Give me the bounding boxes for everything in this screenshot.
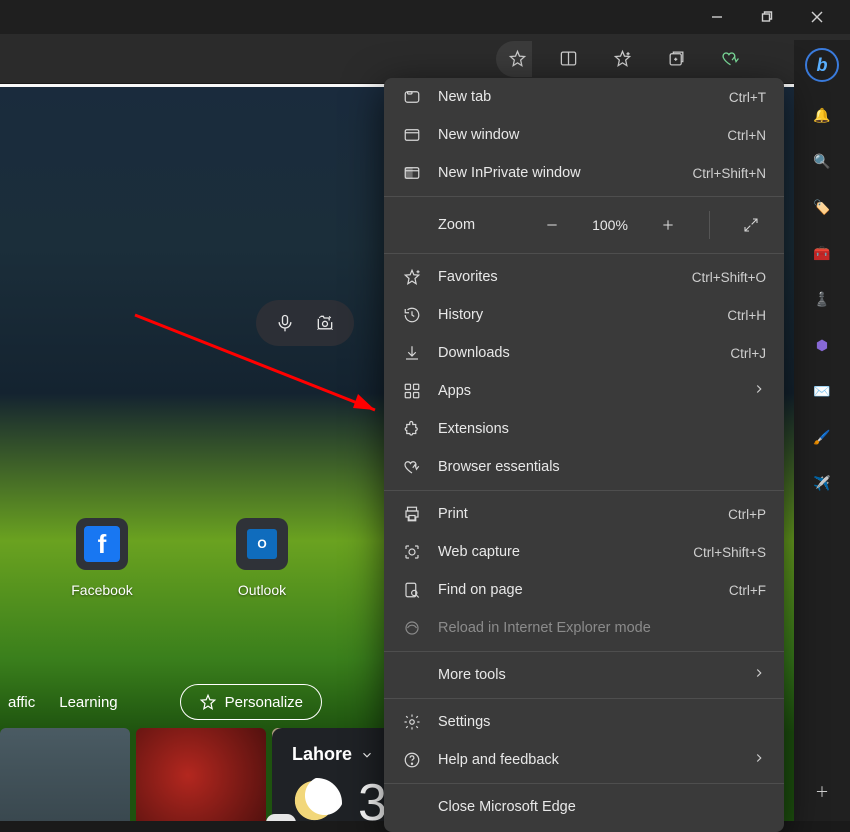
apps-icon — [402, 382, 422, 400]
zoom-percent: 100% — [583, 217, 637, 233]
sparkle-icon — [199, 693, 217, 711]
menu-more-tools[interactable]: More tools — [384, 656, 784, 694]
office-icon[interactable]: ⬢ — [809, 332, 835, 358]
menu-print[interactable]: Print Ctrl+P — [384, 495, 784, 533]
add-sidebar-icon[interactable]: ＋ — [809, 779, 835, 805]
collections-icon[interactable] — [658, 41, 694, 77]
outlook-icon[interactable]: ✉️ — [809, 378, 835, 404]
send-icon[interactable]: ✈️ — [809, 470, 835, 496]
settings-and-more-menu: New tab Ctrl+T New window Ctrl+N New InP… — [384, 78, 784, 832]
feed-tab-learning[interactable]: Learning — [57, 690, 119, 715]
ie-icon — [402, 619, 422, 637]
menu-zoom-row: Zoom 100% — [384, 201, 784, 249]
download-icon — [402, 344, 422, 362]
drop-icon[interactable]: 🖌️ — [809, 424, 835, 450]
menu-find-on-page[interactable]: Find on page Ctrl+F — [384, 571, 784, 609]
window-icon — [402, 126, 422, 144]
facebook-icon: f — [84, 526, 120, 562]
help-icon — [402, 751, 422, 769]
personalize-button[interactable]: Personalize — [180, 684, 322, 720]
history-icon — [402, 306, 422, 324]
search-page-icon — [402, 581, 422, 599]
tab-icon — [402, 88, 422, 106]
window-restore-button[interactable] — [754, 4, 780, 30]
menu-reload-ie-mode: Reload in Internet Explorer mode — [384, 609, 784, 647]
zoom-out-button[interactable] — [537, 210, 567, 240]
quicklink-outlook[interactable]: O Outlook — [222, 518, 302, 598]
notifications-icon[interactable]: 🔔 — [809, 102, 835, 128]
zoom-label: Zoom — [438, 217, 521, 233]
menu-settings[interactable]: Settings — [384, 703, 784, 741]
outlook-icon: O — [247, 529, 277, 559]
menu-help-feedback[interactable]: Help and feedback — [384, 741, 784, 779]
zoom-in-button[interactable] — [653, 210, 683, 240]
capture-icon — [402, 543, 422, 561]
menu-history[interactable]: History Ctrl+H — [384, 296, 784, 334]
extensions-icon — [402, 420, 422, 438]
menu-apps[interactable]: Apps — [384, 372, 784, 410]
feed-tab-traffic[interactable]: affic — [6, 690, 37, 715]
split-screen-icon[interactable] — [550, 41, 586, 77]
games-icon[interactable]: ♟️ — [809, 286, 835, 312]
shopping-tag-icon[interactable]: 🏷️ — [809, 194, 835, 220]
search-bar-actions — [256, 300, 354, 346]
quicklink-label: Outlook — [238, 582, 286, 598]
gear-icon — [402, 713, 422, 731]
menu-web-capture[interactable]: Web capture Ctrl+Shift+S — [384, 533, 784, 571]
inprivate-icon — [402, 164, 422, 182]
performance-heart-icon[interactable] — [712, 41, 748, 77]
news-card[interactable] — [0, 728, 130, 821]
chevron-down-icon — [360, 748, 374, 762]
favorite-star-icon[interactable] — [496, 41, 532, 77]
browser-toolbar — [0, 34, 850, 84]
quicklink-facebook[interactable]: f Facebook — [62, 518, 142, 598]
cloud-icon — [266, 814, 296, 821]
bing-chat-icon[interactable]: b — [805, 48, 839, 82]
menu-new-tab[interactable]: New tab Ctrl+T — [384, 78, 784, 116]
menu-extensions[interactable]: Extensions — [384, 410, 784, 448]
tools-icon[interactable]: 🧰 — [809, 240, 835, 266]
chevron-right-icon — [752, 666, 766, 684]
moon-icon — [292, 778, 342, 821]
menu-new-inprivate[interactable]: New InPrivate window Ctrl+Shift+N — [384, 154, 784, 192]
window-titlebar — [0, 0, 850, 34]
star-icon — [402, 268, 422, 286]
edge-sidebar: b 🔔 🔍 🏷️ 🧰 ♟️ ⬢ ✉️ 🖌️ ✈️ ＋ — [794, 40, 850, 821]
menu-close-edge[interactable]: Close Microsoft Edge — [384, 788, 784, 826]
voice-search-icon[interactable] — [270, 308, 300, 338]
menu-new-window[interactable]: New window Ctrl+N — [384, 116, 784, 154]
search-icon[interactable]: 🔍 — [809, 148, 835, 174]
news-card[interactable] — [136, 728, 266, 821]
quicklink-label: Facebook — [71, 582, 132, 598]
weather-temperature: 3 — [358, 773, 387, 821]
menu-browser-essentials[interactable]: Browser essentials — [384, 448, 784, 486]
menu-favorites[interactable]: Favorites Ctrl+Shift+O — [384, 258, 784, 296]
chevron-right-icon — [752, 382, 766, 400]
window-minimize-button[interactable] — [704, 4, 730, 30]
news-thumbnails — [0, 728, 310, 821]
fullscreen-button[interactable] — [736, 210, 766, 240]
chevron-right-icon — [752, 751, 766, 769]
weather-location: Lahore — [292, 744, 352, 765]
favorites-sparkle-icon[interactable] — [604, 41, 640, 77]
menu-downloads[interactable]: Downloads Ctrl+J — [384, 334, 784, 372]
heartbeat-icon — [402, 458, 422, 476]
image-search-icon[interactable] — [310, 308, 340, 338]
print-icon — [402, 505, 422, 523]
window-close-button[interactable] — [804, 4, 830, 30]
personalize-label: Personalize — [225, 694, 303, 711]
